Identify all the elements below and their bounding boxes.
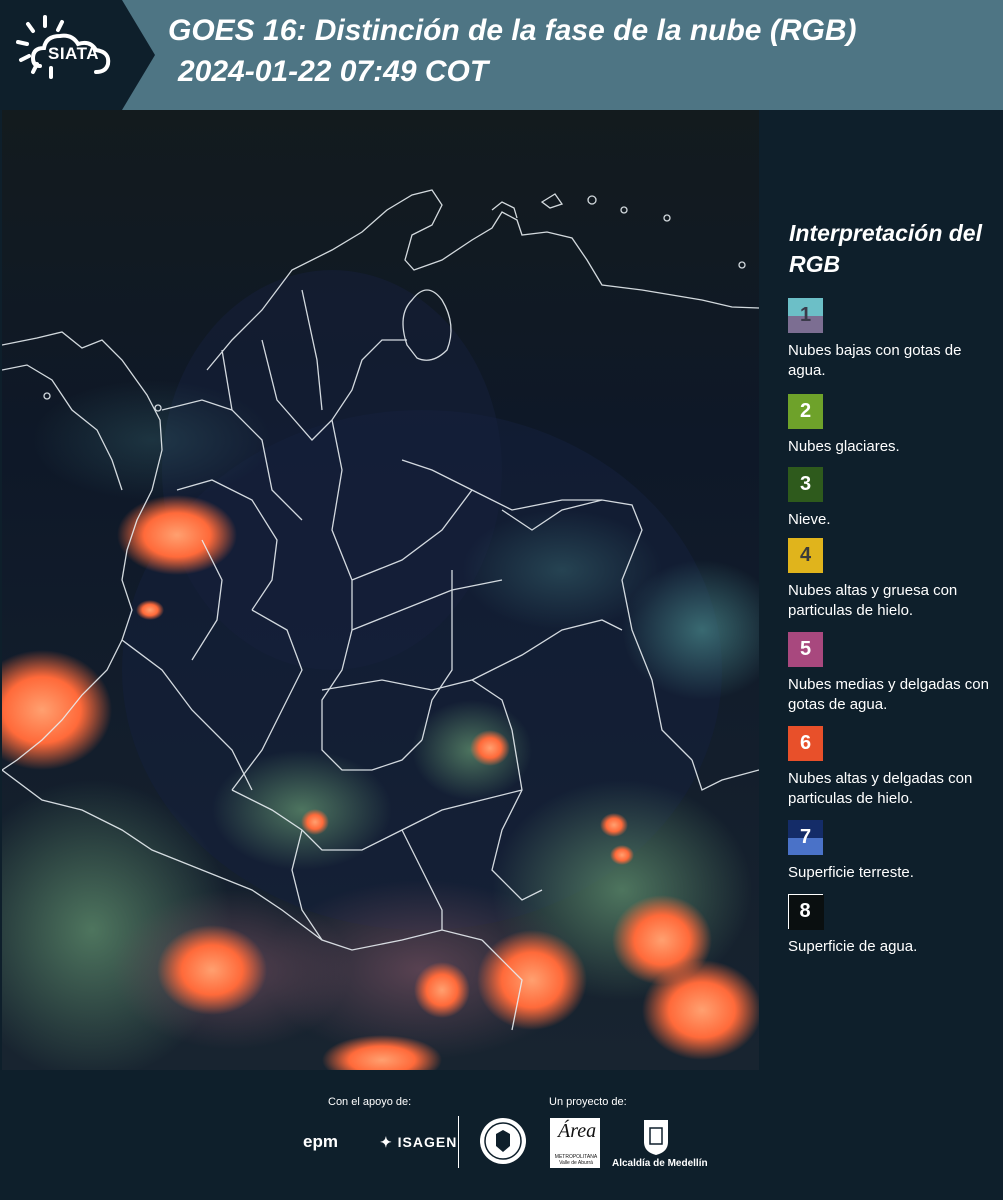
legend-item-5: 5 Nubes medias y delgadas con gotas de a… — [788, 632, 1003, 715]
area-subtitle: METROPOLITANA Valle de Aburrá — [554, 1154, 598, 1166]
legend-label: Superficie de agua. — [788, 938, 918, 955]
legend-item-2: 2 Nubes glaciares. — [788, 394, 1003, 457]
legend-number: 3 — [799, 473, 812, 495]
legend-swatch: 4 — [788, 538, 823, 573]
epm-logo: epm — [303, 1132, 338, 1151]
legend-number: 8 — [799, 900, 811, 922]
isagen-star-icon: ✦ — [380, 1134, 393, 1150]
legend-swatch: 3 — [788, 467, 823, 502]
project-label: Un proyecto de: — [549, 1096, 627, 1108]
area-word: Área — [558, 1120, 597, 1142]
legend-label: Nieve. — [788, 511, 831, 528]
legend-swatch: 5 — [788, 632, 823, 667]
legend-swatch: 6 — [788, 726, 823, 761]
footer-divider — [458, 1116, 459, 1168]
legend-item-3: 3 Nieve. — [788, 467, 1003, 530]
legend-label: Nubes altas y gruesa con particulas de h… — [788, 582, 958, 619]
legend-label: Superficie terreste. — [788, 864, 914, 881]
isagen-logo: ✦ ISAGEN — [380, 1134, 457, 1151]
legend-item-1: 1 Nubes bajas con gotas de agua. — [788, 298, 1003, 381]
legend-number: 1 — [799, 304, 812, 326]
legend-number: 6 — [799, 732, 812, 754]
legend-item-8: 8 Superficie de agua. — [788, 894, 1003, 957]
legend-swatch: 2 — [788, 394, 823, 429]
legend-swatch: 7 — [788, 820, 823, 855]
isagen-text: ISAGEN — [397, 1134, 458, 1150]
alcaldia-shield-icon — [642, 1118, 670, 1161]
legend-label: Nubes bajas con gotas de agua. — [788, 342, 962, 379]
support-label: Con el apoyo de: — [328, 1096, 412, 1108]
alcaldia-label: Alcaldía de Medellín — [612, 1158, 708, 1169]
legend-number: 2 — [799, 400, 812, 422]
page-timestamp: 2024-01-22 07:49 COT — [178, 55, 489, 88]
legend-item-7: 7 Superficie terreste. — [788, 820, 1003, 883]
university-seal-icon — [478, 1116, 528, 1171]
legend-title: Interpretación del RGB — [789, 220, 982, 277]
header: SIATA GOES 16: Distinción de la fase de … — [0, 0, 1003, 110]
legend-label: Nubes glaciares. — [788, 438, 900, 455]
legend-label: Nubes medias y delgadas con gotas de agu… — [788, 676, 989, 713]
legend-number: 4 — [799, 544, 812, 566]
satellite-map — [2, 110, 759, 1070]
legend-panel: Interpretación del RGB 1 Nubes bajas con… — [760, 110, 1003, 1070]
legend-swatch: 1 — [788, 298, 823, 333]
logo-text: SIATA — [48, 44, 99, 63]
legend-number: 7 — [799, 826, 812, 848]
legend-item-4: 4 Nubes altas y gruesa con particulas de… — [788, 538, 1003, 621]
page-title: GOES 16: Distinción de la fase de la nub… — [168, 14, 857, 47]
siata-logo: SIATA — [0, 0, 160, 110]
footer: Con el apoyo de: Un proyecto de: epm ✦ I… — [0, 1070, 1003, 1200]
legend-swatch: 8 — [788, 894, 824, 930]
legend-label: Nubes altas y delgadas con particulas de… — [788, 770, 973, 807]
legend-item-6: 6 Nubes altas y delgadas con particulas … — [788, 726, 1003, 809]
legend-number: 5 — [799, 638, 812, 660]
